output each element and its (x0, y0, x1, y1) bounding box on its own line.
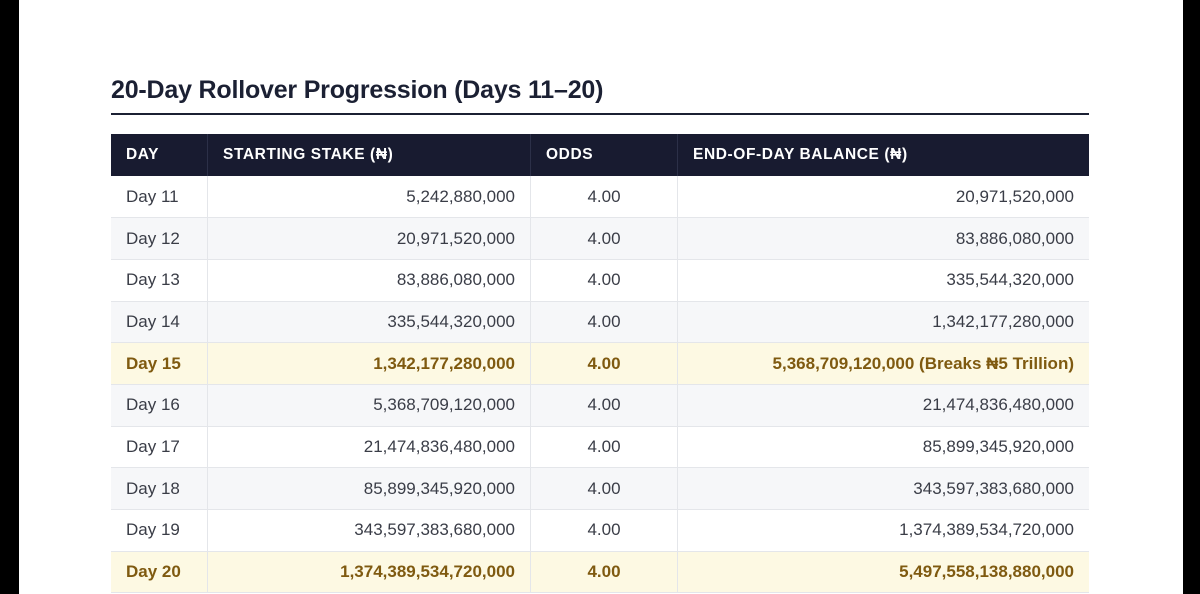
table-row: Day 12 20,971,520,000 4.00 83,886,080,00… (111, 217, 1089, 260)
cell-day: Day 20 (111, 551, 208, 593)
cell-odds: 4.00 (530, 301, 678, 343)
cell-end-of-day-balance: 343,597,383,680,000 (913, 478, 1074, 498)
cell-end-of-day-balance: 85,899,345,920,000 (922, 436, 1074, 456)
cell-day: Day 12 (111, 217, 208, 260)
cell-odds: 4.00 (530, 217, 678, 260)
cell-end-of-day-balance: 1,342,177,280,000 (932, 311, 1074, 331)
cell-starting-stake: 85,899,345,920,000 (207, 467, 531, 510)
table-row: Day 11 5,242,880,000 4.00 20,971,520,000 (111, 176, 1089, 218)
cell-odds: 4.00 (530, 259, 678, 302)
cell-odds: 4.00 (530, 384, 678, 427)
cell-odds: 4.00 (530, 426, 678, 468)
cell-end-of-day-balance: 1,374,389,534,720,000 (899, 520, 1074, 540)
table-row: Day 16 5,368,709,120,000 4.00 21,474,836… (111, 384, 1089, 427)
cell-end-of-day-balance: 5,368,709,120,000 (Breaks ₦5 Trillion) (772, 353, 1074, 373)
table-row: Day 19 343,597,383,680,000 4.00 1,374,38… (111, 509, 1089, 552)
cell-end-of-day-balance: 5,497,558,138,880,000 (899, 562, 1074, 582)
table-row: Day 18 85,899,345,920,000 4.00 343,597,3… (111, 467, 1089, 510)
cell-day: Day 13 (111, 259, 208, 302)
cell-day: Day 16 (111, 384, 208, 427)
cell-day: Day 15 (111, 342, 208, 385)
cell-odds: 4.00 (530, 551, 678, 593)
cell-day: Day 19 (111, 509, 208, 552)
column-header-end-of-day-balance: END-OF-DAY BALANCE (₦) (677, 134, 1089, 176)
cell-day: Day 11 (111, 176, 208, 218)
cell-odds: 4.00 (530, 509, 678, 552)
table-row: Day 14 335,544,320,000 4.00 1,342,177,28… (111, 301, 1089, 343)
table-row-highlighted: Day 15 1,342,177,280,000 4.00 5,368,709,… (111, 342, 1089, 385)
cell-starting-stake: 335,544,320,000 (207, 301, 531, 343)
table-body: Day 11 5,242,880,000 4.00 20,971,520,000… (111, 176, 1089, 593)
cell-starting-stake: 21,474,836,480,000 (207, 426, 531, 468)
cell-odds: 4.00 (530, 467, 678, 510)
table-row: Day 13 83,886,080,000 4.00 335,544,320,0… (111, 259, 1089, 302)
table-row-highlighted: Day 20 1,374,389,534,720,000 4.00 5,497,… (111, 551, 1089, 593)
table-row: Day 17 21,474,836,480,000 4.00 85,899,34… (111, 426, 1089, 468)
title-underline (111, 113, 1089, 115)
cell-end-of-day-balance: 21,474,836,480,000 (922, 395, 1074, 415)
cell-starting-stake: 83,886,080,000 (207, 259, 531, 302)
header-row: DAY STARTING STAKE (₦) ODDS END-OF-DAY B… (111, 134, 1089, 176)
table-header: DAY STARTING STAKE (₦) ODDS END-OF-DAY B… (111, 134, 1089, 176)
cell-end-of-day-balance: 83,886,080,000 (955, 228, 1074, 248)
column-header-odds: ODDS (530, 134, 678, 176)
document-page: 20-Day Rollover Progression (Days 11–20)… (19, 0, 1183, 594)
rollover-table: DAY STARTING STAKE (₦) ODDS END-OF-DAY B… (111, 134, 1089, 593)
cell-starting-stake: 1,342,177,280,000 (207, 342, 531, 385)
cell-day: Day 18 (111, 467, 208, 510)
page-title: 20-Day Rollover Progression (Days 11–20) (111, 76, 604, 104)
cell-starting-stake: 1,374,389,534,720,000 (207, 551, 531, 593)
cell-end-of-day-balance: 335,544,320,000 (946, 270, 1074, 290)
cell-end-of-day-balance: 20,971,520,000 (955, 186, 1074, 206)
cell-starting-stake: 5,242,880,000 (207, 176, 531, 218)
column-header-starting-stake: STARTING STAKE (₦) (207, 134, 531, 176)
cell-odds: 4.00 (530, 176, 678, 218)
cell-starting-stake: 20,971,520,000 (207, 217, 531, 260)
cell-day: Day 17 (111, 426, 208, 468)
cell-starting-stake: 343,597,383,680,000 (207, 509, 531, 552)
cell-day: Day 14 (111, 301, 208, 343)
cell-starting-stake: 5,368,709,120,000 (207, 384, 531, 427)
column-header-day: DAY (111, 134, 208, 176)
cell-odds: 4.00 (530, 342, 678, 385)
